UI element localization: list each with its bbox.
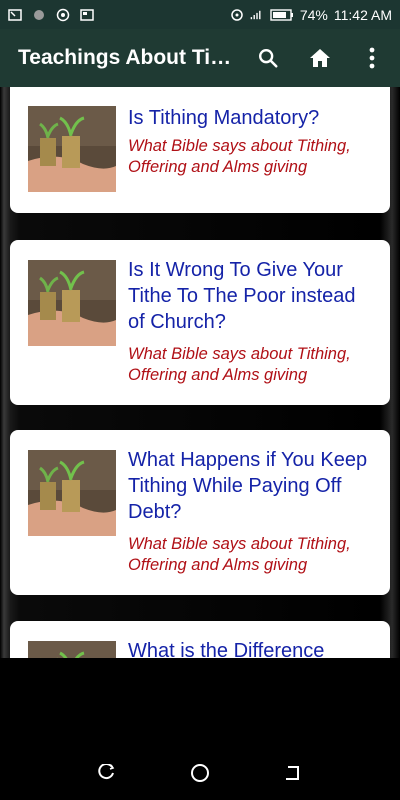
hotspot-icon	[231, 8, 243, 21]
more-vert-icon	[369, 47, 375, 69]
app-actions	[246, 36, 400, 80]
home-nav-button[interactable]	[180, 753, 220, 793]
home-circle-icon	[190, 764, 209, 782]
card-subtitle: What Bible says about Tithing, Offering …	[128, 535, 351, 574]
page-title: Teachings About Tithing	[18, 46, 238, 69]
home-icon	[310, 49, 330, 67]
list-item[interactable]: Is It Wrong To Give Your Tithe To The Po…	[10, 240, 390, 405]
screenshot-icon	[8, 8, 22, 21]
status-left-icons	[8, 8, 94, 22]
status-time: 11:42 AM	[333, 6, 392, 23]
article-list[interactable]: Is Tithing Mandatory? What Bible says ab…	[0, 87, 400, 658]
list-item[interactable]: What Happens if You Keep Tithing While P…	[10, 430, 390, 595]
empty-bottom-area	[0, 658, 400, 746]
dot-icon	[34, 9, 44, 20]
search-button[interactable]	[246, 36, 290, 80]
home-button[interactable]	[298, 36, 342, 80]
back-icon	[286, 766, 300, 780]
status-bar: 74% 11:42 AM	[0, 0, 400, 29]
battery-percent: 74%	[299, 6, 328, 23]
back-button[interactable]	[273, 753, 313, 793]
coin-plant-thumbnail	[28, 106, 116, 192]
card-subtitle: What Bible says about Tithing, Offering …	[128, 137, 351, 176]
recents-button[interactable]	[87, 753, 127, 793]
app-bar: Teachings About Tithing	[0, 29, 400, 87]
status-right: 74% 11:42 AM	[230, 7, 392, 23]
record-icon	[56, 8, 70, 21]
card-subtitle: What Bible says about Tithing, Offering …	[128, 345, 351, 384]
card-title: Is Tithing Mandatory?	[128, 107, 320, 129]
search-icon	[259, 49, 278, 68]
signal-icon	[250, 10, 261, 19]
card-title: Is It Wrong To Give Your Tithe To The Po…	[128, 259, 356, 333]
recents-icon	[98, 764, 114, 780]
list-item[interactable]: Is Tithing Mandatory? What Bible says ab…	[10, 87, 390, 213]
list-item[interactable]: What is the Difference	[10, 621, 390, 658]
battery-icon	[270, 8, 293, 21]
coin-plant-thumbnail	[28, 450, 116, 536]
card-title: What Happens if You Keep Tithing While P…	[128, 449, 368, 523]
news-icon	[80, 8, 94, 21]
coin-plant-thumbnail	[28, 641, 116, 658]
more-options-button[interactable]	[350, 36, 394, 80]
card-title: What is the Difference	[128, 640, 325, 658]
system-nav-bar	[0, 746, 400, 800]
coin-plant-thumbnail	[28, 260, 116, 346]
